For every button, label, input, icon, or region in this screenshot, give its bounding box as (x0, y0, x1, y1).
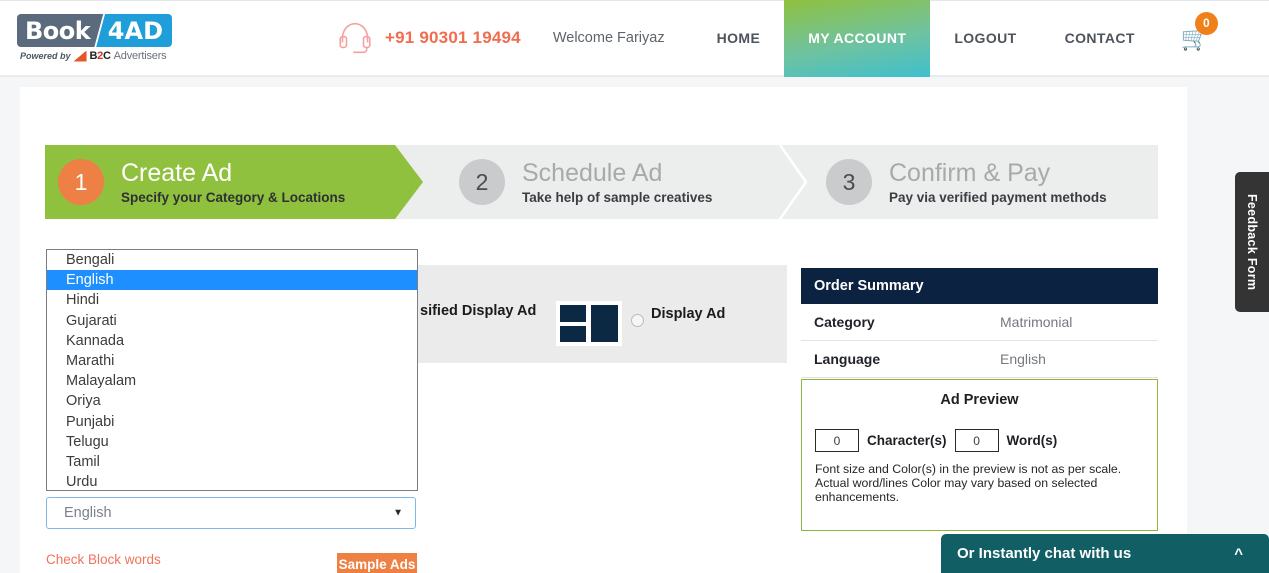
language-select[interactable]: English ▼ (46, 497, 416, 529)
logo-wordmark: Book 4AD (17, 14, 172, 47)
display-ad-label[interactable]: Display Ad (651, 306, 725, 322)
step-2-text: Schedule Ad Take help of sample creative… (522, 159, 712, 205)
step-number-1: 1 (58, 159, 104, 205)
main-navigation: HOME MY ACCOUNT LOGOUT CONTACT (693, 0, 1159, 77)
nav-item-my-account[interactable]: MY ACCOUNT (784, 0, 931, 77)
logo-book-text: Book (17, 14, 93, 47)
word-count-label: Word(s) (1006, 433, 1058, 448)
feedback-form-tab[interactable]: Feedback Form (1235, 172, 1269, 312)
order-summary-key-category: Category (814, 314, 875, 330)
language-option-malayalam[interactable]: Malayalam (47, 371, 417, 391)
character-count-label: Character(s) (867, 433, 947, 448)
order-summary-row-category: Category Matrimonial (801, 304, 1158, 341)
nav-item-home[interactable]: HOME (693, 0, 785, 77)
logo-tagline: Powered by B2C Advertisers (17, 50, 172, 62)
step-3-subtitle: Pay via verified payment methods (889, 190, 1107, 205)
ad-preview-counters: 0 Character(s) 0 Word(s) (802, 429, 1157, 452)
step-1-text: Create Ad Specify your Category & Locati… (121, 159, 345, 205)
headset-icon (339, 22, 371, 54)
step-number-2: 2 (459, 159, 505, 205)
display-ad-icon-left-column (560, 305, 586, 342)
word-count-box: 0 (954, 429, 999, 452)
logo-powered-by-text: Powered by (20, 51, 71, 61)
classified-display-ad-label[interactable]: sified Display Ad (420, 303, 536, 319)
language-dropdown-list[interactable]: Bengali English Hindi Gujarati Kannada M… (46, 249, 418, 491)
order-summary-panel: Order Summary Category Matrimonial Langu… (801, 268, 1158, 378)
language-option-marathi[interactable]: Marathi (47, 351, 417, 371)
step-2-subtitle: Take help of sample creatives (522, 190, 713, 205)
display-ad-radio[interactable] (631, 314, 644, 327)
display-ad-icon-block-bottom (560, 325, 586, 342)
wizard-step-schedule-ad[interactable]: 2 Schedule Ad Take help of sample creati… (423, 145, 790, 219)
order-summary-key-language: Language (814, 351, 881, 367)
chat-widget-bar[interactable]: Or Instantly chat with us ^ (941, 534, 1269, 573)
step-number-3: 3 (826, 159, 872, 205)
step-3-title: Confirm & Pay (889, 159, 1051, 187)
chevron-down-icon: ▼ (393, 507, 403, 519)
wizard-step-confirm-pay[interactable]: 3 Confirm & Pay Pay via verified payment… (778, 145, 1158, 219)
step-separator-chevron-icon (778, 145, 808, 219)
b2c-triangle-icon (73, 50, 87, 62)
cart-button[interactable]: 🛒 0 (1181, 0, 1218, 77)
cart-count-badge: 0 (1194, 11, 1218, 35)
nav-item-logout[interactable]: LOGOUT (930, 0, 1040, 77)
chat-widget-label: Or Instantly chat with us (957, 545, 1132, 562)
language-option-english[interactable]: English (47, 270, 417, 291)
logo-b2c-text: B2C (89, 50, 111, 62)
check-block-words-link[interactable]: Check Block words (46, 552, 161, 567)
step-1-subtitle: Specify your Category & Locations (121, 190, 346, 205)
wizard-step-create-ad[interactable]: 1 Create Ad Specify your Category & Loca… (45, 145, 423, 219)
language-option-kannada[interactable]: Kannada (47, 331, 417, 351)
language-option-gujarati[interactable]: Gujarati (47, 311, 417, 331)
language-option-punjabi[interactable]: Punjabi (47, 412, 417, 432)
order-summary-value-category: Matrimonial (1000, 314, 1073, 330)
sample-ads-button[interactable]: Sample Ads (337, 553, 417, 573)
ad-type-panel: sified Display Ad Display Ad (418, 265, 787, 363)
order-summary-header: Order Summary (801, 268, 1158, 304)
step-1-title: Create Ad (121, 159, 233, 187)
language-option-bengali[interactable]: Bengali (47, 250, 417, 270)
step-2-title: Schedule Ad (522, 159, 663, 187)
chevron-up-icon[interactable]: ^ (1234, 545, 1243, 562)
language-select-value: English (64, 505, 112, 521)
wizard-steps: 1 Create Ad Specify your Category & Loca… (45, 145, 1158, 219)
language-option-oriya[interactable]: Oriya (47, 391, 417, 411)
welcome-message: Welcome Fariyaz (552, 30, 665, 46)
order-summary-row-language: Language English (801, 341, 1158, 378)
character-count-box: 0 (815, 429, 859, 452)
nav-item-contact[interactable]: CONTACT (1041, 0, 1159, 77)
logo-advertisers-text: Advertisers (113, 50, 167, 62)
step-3-text: Confirm & Pay Pay via verified payment m… (889, 159, 1107, 205)
language-option-telugu[interactable]: Telugu (47, 432, 417, 452)
display-ad-icon-block-top (560, 305, 586, 322)
support-phone[interactable]: +91 90301 19494 (337, 21, 521, 55)
display-ad-thumbnail-icon (556, 301, 622, 346)
display-ad-icon-block-right (591, 305, 618, 342)
logo-4ad-text: 4AD (105, 14, 172, 47)
ad-preview-title: Ad Preview (940, 392, 1019, 408)
language-option-tamil[interactable]: Tamil (47, 452, 417, 472)
order-summary-value-language: English (1000, 351, 1046, 367)
phone-number-text[interactable]: +91 90301 19494 (385, 28, 521, 48)
feedback-form-label: Feedback Form (1245, 193, 1259, 291)
order-summary-title: Order Summary (814, 278, 924, 294)
language-option-hindi[interactable]: Hindi (47, 290, 417, 310)
language-option-urdu[interactable]: Urdu (47, 472, 417, 490)
site-header: Book 4AD Powered by B2C Advertisers +91 … (0, 0, 1269, 77)
logo-slash-divider (92, 14, 106, 47)
ad-preview-panel: Ad Preview 0 Character(s) 0 Word(s) Font… (801, 379, 1158, 531)
site-logo[interactable]: Book 4AD Powered by B2C Advertisers (17, 12, 172, 64)
ad-preview-note: Font size and Color(s) in the preview is… (815, 462, 1122, 504)
